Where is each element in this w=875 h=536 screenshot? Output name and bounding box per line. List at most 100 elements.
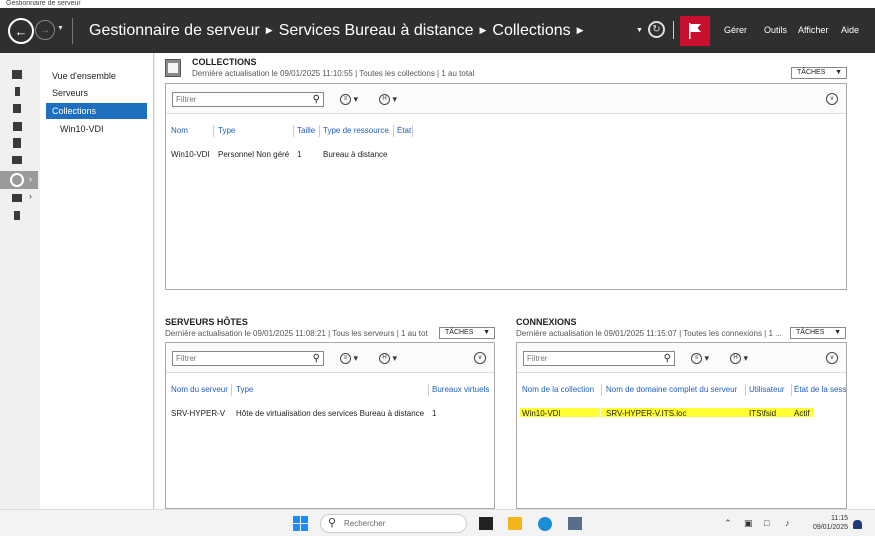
column-header-name[interactable]: Nom (171, 126, 213, 135)
column-separator[interactable] (293, 125, 294, 137)
cell-connection-state[interactable]: Actif (794, 409, 824, 418)
collections-tasks-button[interactable]: TÂCHES ▼ (791, 67, 847, 79)
search-icon[interactable]: ⚲ (313, 93, 320, 106)
cell-server-name[interactable]: SRV-HYPER-V (171, 409, 231, 418)
cell-collection-type[interactable]: Personnel Non géré (218, 150, 293, 159)
cell-collection-resource-type[interactable]: Bureau à distance (323, 150, 393, 159)
expand-panel-icon[interactable]: ∨ (826, 352, 838, 364)
notifications-flag-button[interactable] (680, 16, 710, 46)
expand-panel-icon[interactable]: ∨ (826, 93, 838, 105)
breadcrumb-collections[interactable]: Collections (492, 22, 570, 39)
display-icon[interactable]: □ (764, 518, 769, 528)
back-arrow-icon[interactable]: ← (8, 18, 34, 44)
save-query-button[interactable]: H ▾ (379, 353, 397, 365)
file-services-icon[interactable] (10, 120, 24, 132)
list-options-button[interactable]: ≡ ▾ (340, 94, 358, 106)
cell-server-type[interactable]: Hôte de virtualisation des services Bure… (236, 409, 428, 418)
file-explorer-icon[interactable] (508, 517, 522, 530)
cell-collection-size[interactable]: 1 (297, 150, 317, 159)
cell-connection-fqdn[interactable]: SRV-HYPER-V.ITS.loc (606, 409, 744, 418)
column-header-type[interactable]: Type (218, 126, 293, 135)
notification-bell-icon[interactable] (853, 520, 862, 529)
search-icon[interactable]: ⚲ (313, 352, 320, 365)
column-header-virtual-desktops[interactable]: Bureaux virtuels (432, 385, 494, 394)
network-icon[interactable]: ▣ (744, 518, 753, 529)
flag-icon (689, 23, 701, 39)
column-separator[interactable] (791, 384, 792, 396)
column-header-server-name[interactable]: Nom du serveur (171, 385, 231, 394)
connections-filter-input[interactable]: Filtrer ⚲ (523, 351, 675, 366)
list-options-button[interactable]: ≡ ▾ (340, 353, 358, 365)
nav-item-overview[interactable]: Vue d'ensemble (46, 68, 147, 84)
nav-item-win10-vdi[interactable]: Win10-VDI (54, 121, 147, 137)
forward-arrow-icon[interactable]: → (35, 20, 55, 40)
column-separator[interactable] (319, 125, 320, 137)
edge-browser-icon[interactable] (538, 517, 552, 531)
column-separator[interactable] (393, 125, 394, 137)
cell-connection-user[interactable]: ITS\fsid (749, 409, 791, 418)
expand-panel-icon[interactable]: ∨ (474, 352, 486, 364)
cell-virtual-desktops[interactable]: 1 (432, 409, 452, 418)
column-header-collection-name[interactable]: Nom de la collection (522, 385, 602, 394)
windows-start-icon[interactable] (293, 516, 308, 531)
dashboard-icon[interactable] (10, 68, 24, 80)
history-dropdown-icon[interactable]: ▼ (57, 25, 64, 32)
all-servers-icon[interactable] (10, 102, 24, 114)
expand-arrow-icon[interactable]: › (29, 174, 32, 184)
taskbar: ⚲ Rechercher ⌃ ▣ □ ♪ 11:15 09/01/2025 (0, 509, 875, 536)
host-servers-toolbar: Filtrer ⚲ ≡ ▾ H ▾ ∨ (166, 343, 494, 373)
task-view-icon[interactable] (479, 517, 493, 530)
remote-desktop-icon[interactable] (0, 171, 38, 189)
iis-icon[interactable] (10, 154, 24, 166)
taskbar-clock[interactable]: 11:15 09/01/2025 (812, 514, 848, 532)
column-header-type[interactable]: Type (236, 385, 426, 394)
column-separator[interactable] (213, 125, 214, 137)
tools-icon[interactable] (10, 209, 24, 221)
breadcrumb: Gestionnaire de serveur ▶ Services Bureau … (89, 20, 590, 41)
host-servers-filter-input[interactable]: Filtrer ⚲ (172, 351, 324, 366)
nav-item-collections[interactable]: Collections (46, 103, 147, 119)
tray-chevron-icon[interactable]: ⌃ (724, 518, 732, 529)
nav-item-servers[interactable]: Serveurs (46, 85, 147, 101)
search-icon: ⚲ (328, 517, 337, 529)
breadcrumb-rds[interactable]: Services Bureau à distance (279, 22, 474, 39)
taskbar-search-input[interactable]: ⚲ Rechercher (320, 514, 467, 533)
column-header-resource-type[interactable]: Type de ressource (323, 126, 393, 135)
menu-help[interactable]: Aide (841, 25, 859, 35)
column-separator[interactable] (231, 384, 232, 396)
menu-view[interactable]: Afficher (798, 25, 828, 35)
cell-connection-collection[interactable]: Win10-VDI (522, 409, 600, 418)
local-server-icon[interactable] (10, 85, 24, 97)
server-manager-taskbar-icon[interactable] (568, 517, 582, 530)
save-query-button[interactable]: H ▾ (379, 94, 397, 106)
hyperv-icon[interactable] (10, 137, 24, 149)
breadcrumb-arrow-icon: ▶ (265, 25, 273, 35)
collections-icon (165, 59, 181, 77)
breadcrumb-root[interactable]: Gestionnaire de serveur (89, 22, 260, 39)
menu-tools[interactable]: Outils (764, 25, 787, 35)
column-header-size[interactable]: Taille (297, 126, 319, 135)
refresh-icon[interactable]: ↻ (648, 21, 665, 38)
connections-tasks-button[interactable]: TÂCHES ▼ (790, 327, 846, 339)
host-servers-title: SERVEURS HÔTES (165, 317, 248, 327)
column-separator[interactable] (601, 384, 602, 396)
column-header-user[interactable]: Utilisateur (749, 385, 791, 394)
column-header-fqdn[interactable]: Nom de domaine complet du serveur (606, 385, 744, 394)
column-header-session-state[interactable]: État de la sessi (794, 385, 846, 394)
collections-filter-input[interactable]: Filtrer ⚲ (172, 92, 324, 107)
expand-arrow-icon[interactable]: › (29, 191, 32, 201)
save-query-button[interactable]: H ▾ (730, 353, 748, 365)
cell-collection-name[interactable]: Win10-VDI (171, 150, 213, 159)
column-separator[interactable] (412, 125, 413, 137)
list-options-button[interactable]: ≡ ▾ (691, 353, 709, 365)
menu-manage[interactable]: Gérer (724, 25, 747, 35)
dropdown-icon: ▼ (483, 329, 490, 336)
breadcrumb-dropdown-icon[interactable]: ▼ (636, 27, 643, 34)
sound-icon[interactable]: ♪ (785, 518, 790, 528)
connections-panel: Filtrer ⚲ ≡ ▾ H ▾ ∨ Nom de la collection … (516, 342, 847, 509)
host-servers-tasks-button[interactable]: TÂCHES ▼ (439, 327, 495, 339)
column-separator[interactable] (428, 384, 429, 396)
search-icon[interactable]: ⚲ (664, 352, 671, 365)
column-separator[interactable] (745, 384, 746, 396)
roles-icon[interactable] (10, 192, 24, 204)
